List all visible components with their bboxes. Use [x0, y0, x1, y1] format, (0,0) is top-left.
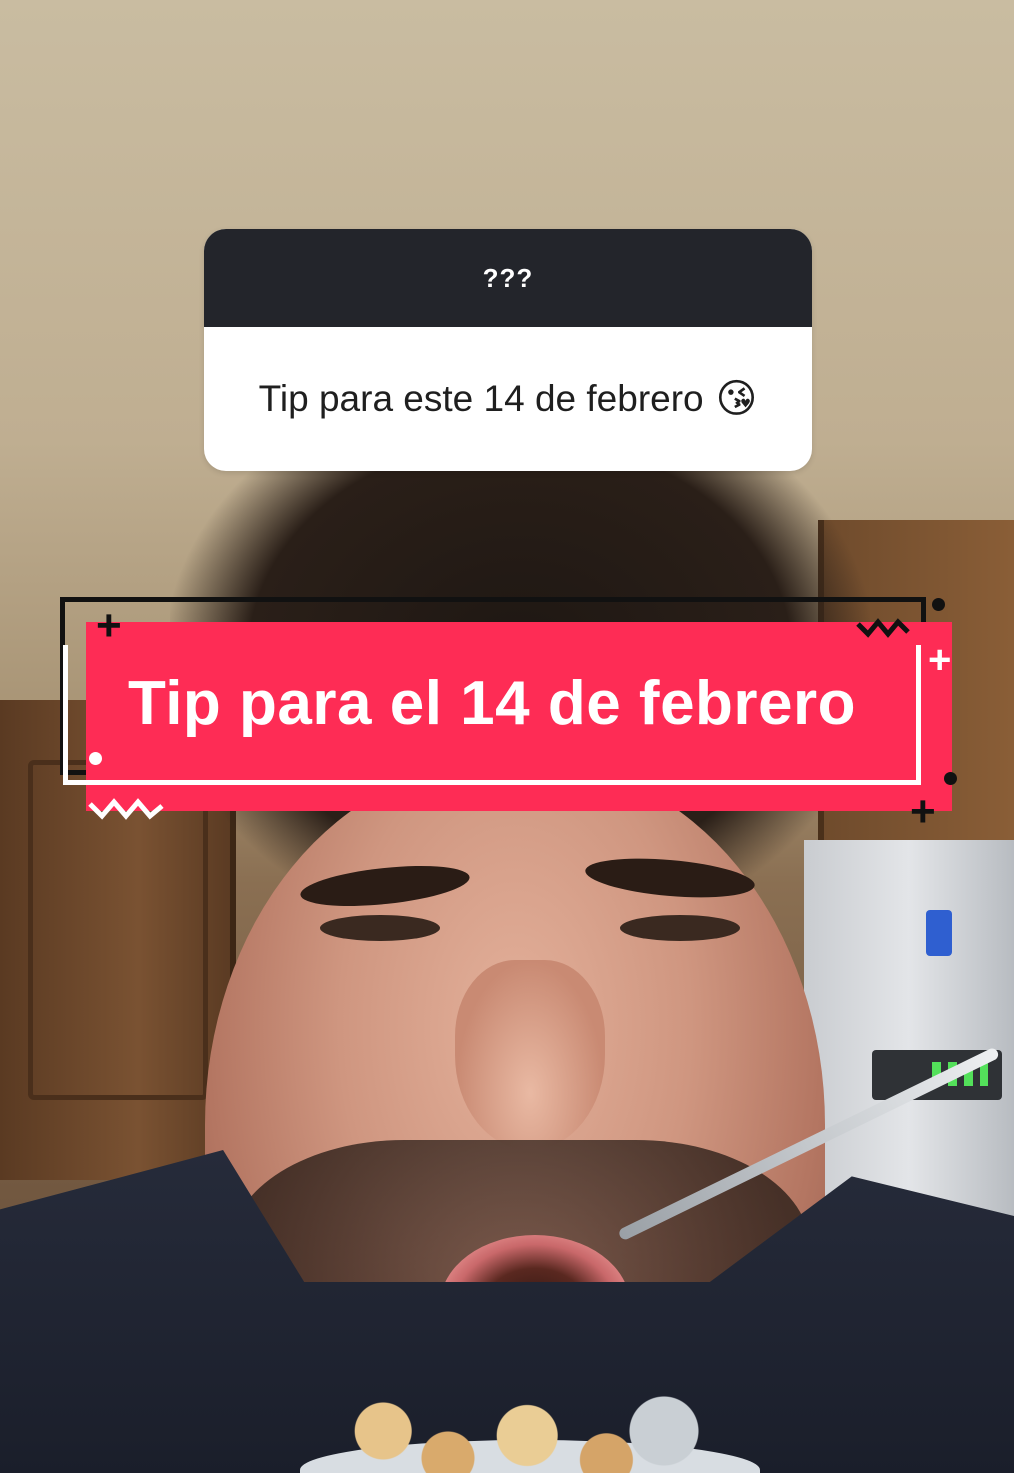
zigzag-sparkle-icon	[856, 618, 910, 638]
plus-sparkle-icon: +	[96, 601, 122, 650]
question-sticker: ??? Tip para este 14 de febrero 😘	[204, 229, 812, 471]
zigzag-sparkle-icon	[88, 798, 164, 820]
nose	[455, 960, 605, 1150]
question-sticker-header: ???	[204, 229, 812, 327]
caption-text: Tip para el 14 de febrero	[127, 668, 857, 738]
dot-sparkle-icon	[944, 772, 957, 785]
left-eye	[320, 915, 440, 941]
dot-sparkle-icon	[932, 598, 945, 611]
right-eye	[620, 915, 740, 941]
plus-sparkle-icon: +	[928, 638, 952, 682]
cereal	[340, 1395, 700, 1473]
dot-sparkle-icon	[89, 752, 102, 765]
question-text: Tip para este 14 de febrero	[258, 378, 704, 419]
kissing-face-with-heart-emoji-icon: 😘	[715, 377, 758, 421]
fridge-magnet	[926, 910, 952, 956]
plus-sparkle-icon: +	[910, 787, 936, 836]
question-sticker-body: Tip para este 14 de febrero 😘	[204, 327, 812, 471]
